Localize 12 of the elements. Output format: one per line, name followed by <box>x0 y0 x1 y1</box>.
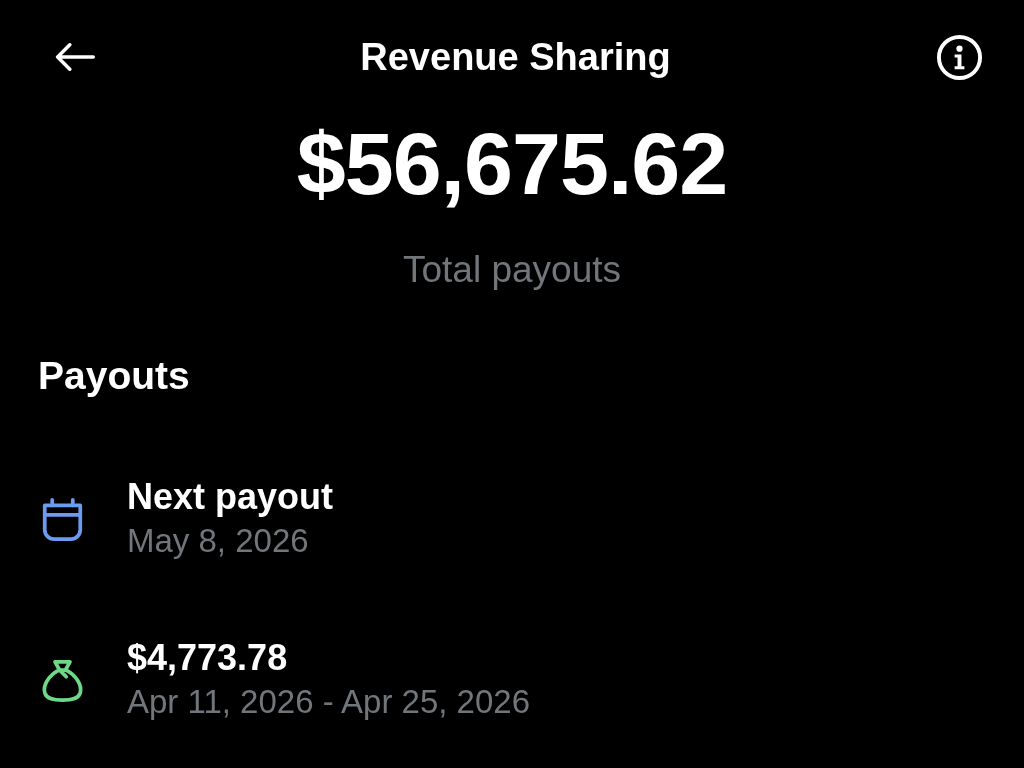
payout-title: $4,773.78 <box>127 636 289 680</box>
back-button[interactable] <box>55 43 95 71</box>
info-icon <box>936 33 983 81</box>
back-arrow-icon <box>55 43 95 71</box>
total-amount: $56,675.62 <box>296 114 728 214</box>
section-heading: Payouts <box>38 353 190 399</box>
payout-subtitle: Apr 11, 2026 - Apr 25, 2026 <box>127 682 530 722</box>
total-label: Total payouts <box>403 248 621 292</box>
page-title: Revenue Sharing <box>360 35 671 80</box>
info-button[interactable] <box>936 33 983 81</box>
payout-title: Next payout <box>127 475 334 519</box>
payout-subtitle: May 8, 2026 <box>127 521 310 561</box>
